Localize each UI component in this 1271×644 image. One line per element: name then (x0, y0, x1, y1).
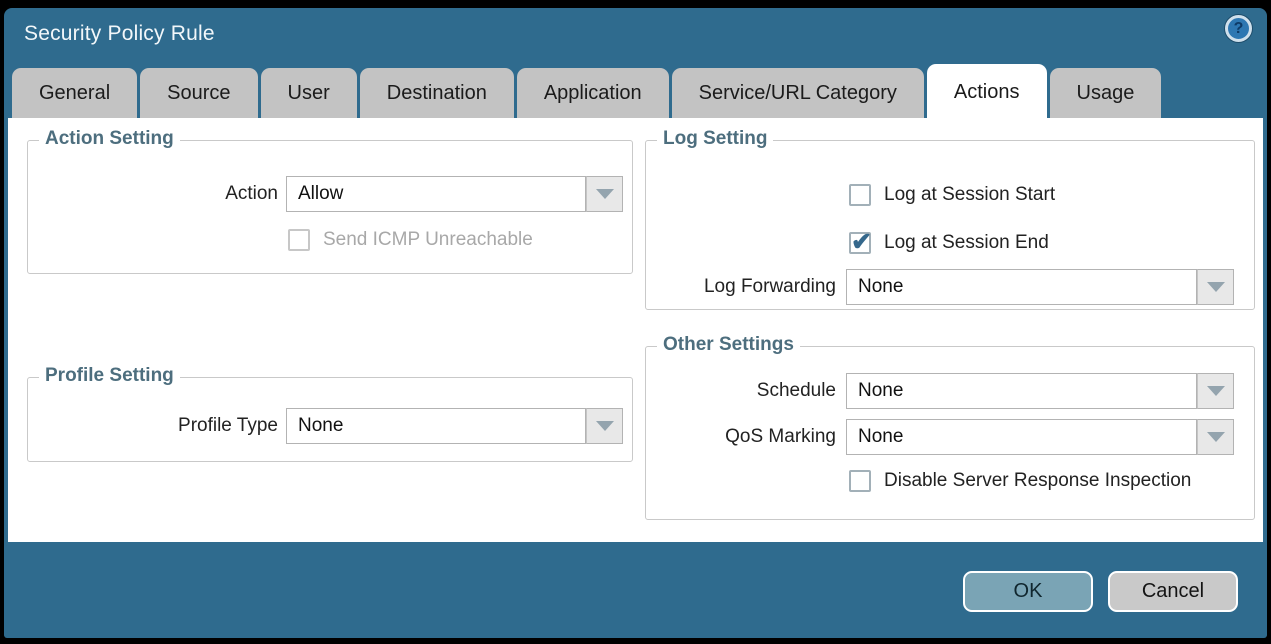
security-policy-rule-dialog: Security Policy Rule ? GeneralSourceUser… (4, 8, 1267, 638)
chevron-down-icon (596, 421, 614, 431)
log-forwarding-dropdown-value[interactable]: None (846, 269, 1197, 305)
action-setting-legend: Action Setting (39, 128, 180, 150)
send-icmp-unreachable-label: Send ICMP Unreachable (323, 229, 533, 251)
log-forwarding-dropdown-button[interactable] (1197, 269, 1234, 305)
title-bar: Security Policy Rule (4, 8, 1267, 60)
log-session-start-checkbox[interactable] (849, 184, 871, 206)
tab-source[interactable]: Source (140, 68, 257, 118)
tab-actions[interactable]: Actions (927, 64, 1047, 118)
schedule-dropdown-value[interactable]: None (846, 373, 1197, 409)
action-setting-fieldset: Action Setting Action Allow Send ICMP Un… (27, 140, 633, 274)
chevron-down-icon (1207, 386, 1225, 396)
log-session-start-row: Log at Session Start (849, 183, 1055, 207)
tab-destination[interactable]: Destination (360, 68, 514, 118)
tab-application[interactable]: Application (517, 68, 669, 118)
action-dropdown[interactable]: Allow (286, 176, 623, 212)
help-icon[interactable]: ? (1225, 15, 1252, 42)
log-session-end-label: Log at Session End (884, 232, 1049, 254)
qos-marking-label: QoS Marking (646, 419, 836, 455)
schedule-dropdown[interactable]: None (846, 373, 1234, 409)
profile-setting-fieldset: Profile Setting Profile Type None (27, 377, 633, 462)
chevron-down-icon (596, 189, 614, 199)
other-settings-legend: Other Settings (657, 334, 800, 356)
disable-server-response-inspection-checkbox[interactable] (849, 470, 871, 492)
action-dropdown-button[interactable] (586, 176, 623, 212)
action-label: Action (28, 176, 278, 212)
qos-marking-dropdown-value[interactable]: None (846, 419, 1197, 455)
log-session-end-row: Log at Session End (849, 231, 1049, 255)
profile-type-dropdown-button[interactable] (586, 408, 623, 444)
tab-bar: GeneralSourceUserDestinationApplicationS… (12, 68, 1161, 118)
profile-type-label: Profile Type (28, 408, 278, 444)
log-forwarding-dropdown[interactable]: None (846, 269, 1234, 305)
disable-server-response-inspection-label: Disable Server Response Inspection (884, 470, 1191, 492)
dialog-title: Security Policy Rule (24, 22, 215, 46)
ok-button[interactable]: OK (963, 571, 1093, 612)
cancel-button[interactable]: Cancel (1108, 571, 1238, 612)
disable-server-response-inspection-row: Disable Server Response Inspection (849, 469, 1191, 493)
tab-service-url-category[interactable]: Service/URL Category (672, 68, 924, 118)
schedule-label: Schedule (646, 373, 836, 409)
log-setting-legend: Log Setting (657, 128, 773, 150)
profile-type-dropdown[interactable]: None (286, 408, 623, 444)
other-settings-fieldset: Other Settings Schedule None QoS Marking… (645, 346, 1255, 520)
profile-type-dropdown-value[interactable]: None (286, 408, 586, 444)
log-session-start-label: Log at Session Start (884, 184, 1055, 206)
tab-user[interactable]: User (261, 68, 357, 118)
dialog-content: Action Setting Action Allow Send ICMP Un… (8, 118, 1263, 542)
chevron-down-icon (1207, 282, 1225, 292)
log-session-end-checkbox[interactable] (849, 232, 871, 254)
log-forwarding-label: Log Forwarding (646, 269, 836, 305)
qos-marking-dropdown-button[interactable] (1197, 419, 1234, 455)
tab-general[interactable]: General (12, 68, 137, 118)
profile-setting-legend: Profile Setting (39, 365, 180, 387)
action-dropdown-value[interactable]: Allow (286, 176, 586, 212)
chevron-down-icon (1207, 432, 1225, 442)
send-icmp-unreachable-checkbox (288, 229, 310, 251)
qos-marking-dropdown[interactable]: None (846, 419, 1234, 455)
schedule-dropdown-button[interactable] (1197, 373, 1234, 409)
log-setting-fieldset: Log Setting Log at Session Start Log at … (645, 140, 1255, 310)
tab-usage[interactable]: Usage (1050, 68, 1162, 118)
send-icmp-unreachable-row: Send ICMP Unreachable (288, 228, 533, 252)
